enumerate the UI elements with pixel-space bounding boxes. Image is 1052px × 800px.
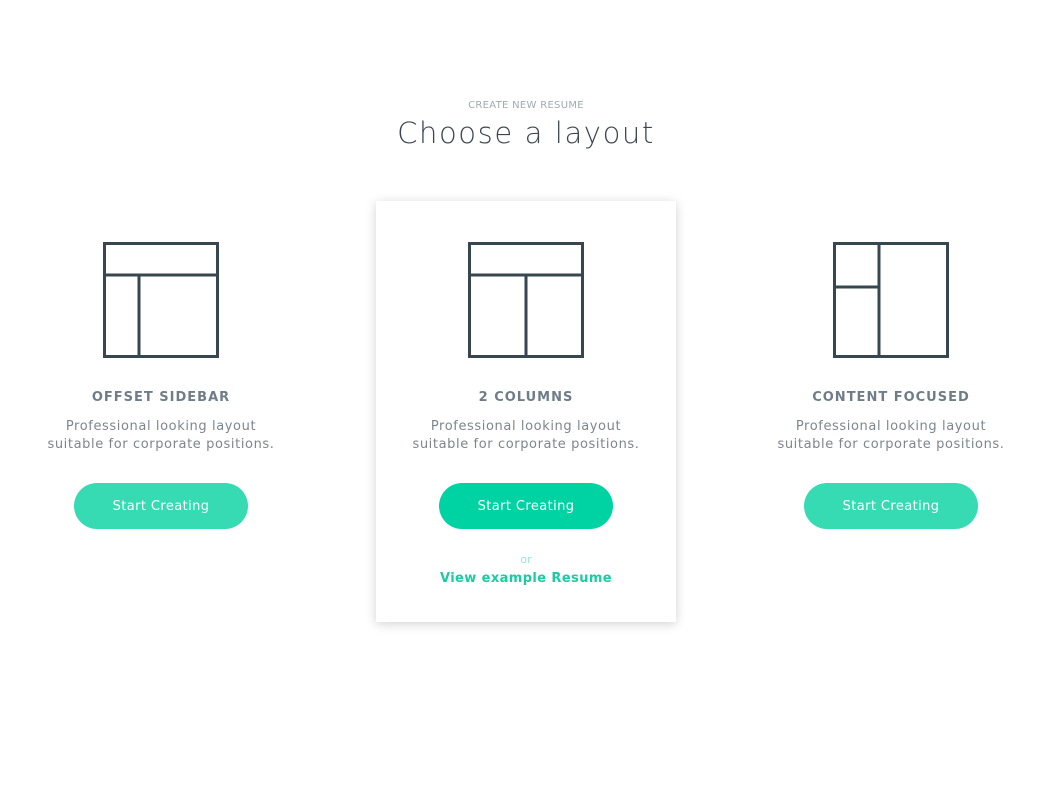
- layout-title: OFFSET SIDEBAR: [91, 390, 231, 405]
- layout-title: CONTENT FOCUSED: [812, 390, 970, 405]
- layout-description: Professional looking layout suitable for…: [777, 419, 1005, 452]
- layout-option-two-columns: 2 COLUMNS Professional looking layout su…: [376, 242, 676, 586]
- view-example-resume-link[interactable]: View example Resume: [440, 571, 612, 586]
- or-separator: or: [520, 553, 532, 566]
- page-eyebrow: CREATE NEW RESUME: [468, 100, 584, 111]
- layout-option-offset-sidebar: OFFSET SIDEBAR Professional looking layo…: [11, 242, 311, 529]
- start-creating-button[interactable]: Start Creating: [74, 483, 248, 529]
- layout-title: 2 COLUMNS: [478, 390, 574, 405]
- layout-picker-page: CREATE NEW RESUME Choose a layout OFFSET…: [0, 0, 1052, 800]
- layout-option-content-focused: CONTENT FOCUSED Professional looking lay…: [741, 242, 1041, 529]
- page-title: Choose a layout: [397, 116, 655, 150]
- layout-description: Professional looking layout suitable for…: [412, 419, 640, 452]
- layout-description: Professional looking layout suitable for…: [47, 419, 275, 452]
- start-creating-button[interactable]: Start Creating: [804, 483, 978, 529]
- offset-sidebar-layout-icon: [103, 242, 219, 358]
- start-creating-button[interactable]: Start Creating: [439, 483, 613, 529]
- content-focused-layout-icon: [833, 242, 949, 358]
- two-columns-layout-icon: [468, 242, 584, 358]
